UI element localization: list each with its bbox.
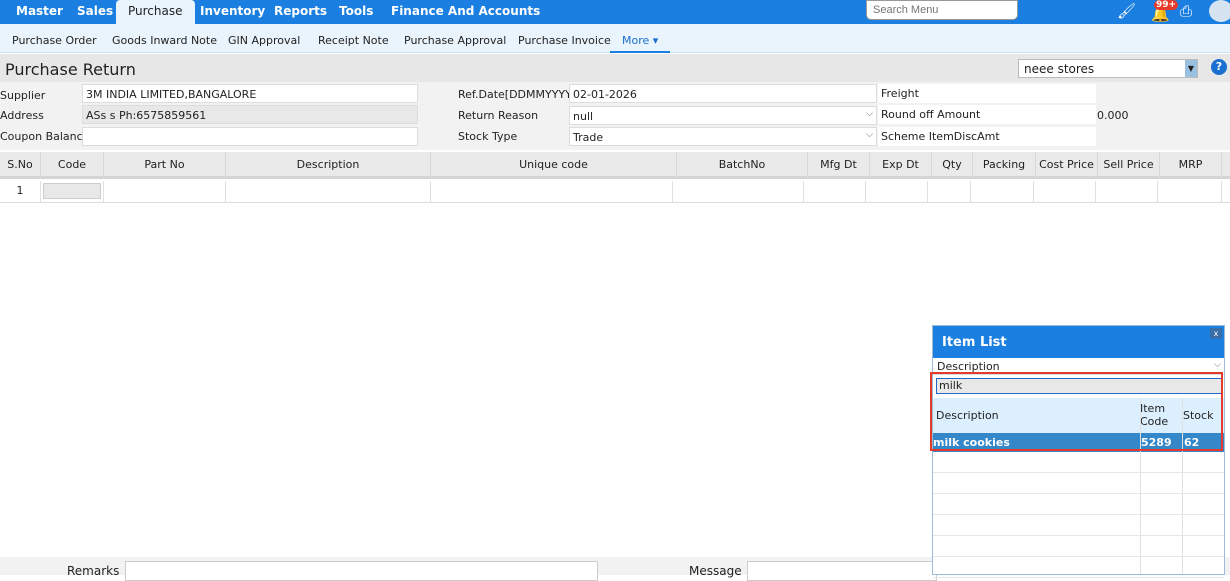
empty-row bbox=[933, 473, 1224, 494]
code-input[interactable] bbox=[43, 183, 101, 199]
cell-mfg-dt[interactable] bbox=[804, 181, 866, 202]
empty-row bbox=[933, 452, 1224, 473]
col-unique-code: Unique code bbox=[431, 152, 677, 179]
printer-icon[interactable]: ⎙ bbox=[1180, 2, 1192, 20]
stock-type-label: Stock Type bbox=[458, 130, 518, 143]
store-select[interactable]: neee stores bbox=[1018, 59, 1198, 78]
subnav-more[interactable]: More ▾ bbox=[610, 24, 671, 53]
col-code: Code bbox=[41, 152, 104, 179]
nav-master[interactable]: Master bbox=[16, 0, 63, 24]
page-title: Purchase Return bbox=[5, 60, 136, 79]
round-off-value: 0.000 bbox=[1097, 109, 1129, 122]
paint-brush-icon[interactable]: 🖌 bbox=[1117, 2, 1136, 20]
nav-finance[interactable]: Finance And Accounts bbox=[391, 0, 540, 24]
ref-date-label: Ref.Date[DDMMYYYY] bbox=[458, 88, 577, 101]
table-header: S.No Code Part No Description Unique cod… bbox=[0, 152, 1230, 179]
return-reason-value: null bbox=[573, 110, 594, 123]
subnav-gin-approval[interactable]: GIN Approval bbox=[228, 34, 300, 47]
nav-reports[interactable]: Reports bbox=[274, 0, 327, 24]
coupon-balance-field[interactable] bbox=[82, 127, 418, 146]
cell-description[interactable] bbox=[226, 181, 431, 202]
col-part-no: Part No bbox=[104, 152, 226, 179]
chevron-down-icon: ⌵ bbox=[866, 130, 873, 140]
ref-date-field[interactable]: 02-01-2026 bbox=[569, 84, 877, 103]
return-reason-label: Return Reason bbox=[458, 109, 539, 122]
search-menu-input[interactable] bbox=[866, 0, 1018, 20]
return-reason-select[interactable]: null ⌵ bbox=[569, 106, 877, 125]
nav-sales[interactable]: Sales bbox=[77, 0, 113, 24]
top-nav-bar: Master Sales Purchase Inventory Reports … bbox=[0, 0, 1230, 24]
col-mfg-dt: Mfg Dt bbox=[808, 152, 870, 179]
subnav-purchase-order[interactable]: Purchase Order bbox=[12, 34, 97, 47]
message-input[interactable] bbox=[747, 561, 937, 581]
stock-type-select[interactable]: Trade ⌵ bbox=[569, 127, 877, 146]
cell-packing[interactable] bbox=[971, 181, 1034, 202]
col-batch-no: BatchNo bbox=[677, 152, 808, 179]
cell-part-no[interactable] bbox=[104, 181, 226, 202]
cell-code[interactable] bbox=[41, 181, 104, 202]
subnav-purchase-invoice[interactable]: Purchase Invoice bbox=[518, 34, 611, 47]
item-list-title: Item List bbox=[933, 326, 1224, 358]
nav-purchase[interactable]: Purchase bbox=[116, 0, 195, 24]
col-sno: S.No bbox=[0, 152, 41, 179]
header-form: Supplier 3M INDIA LIMITED,BANGALORE Addr… bbox=[0, 82, 1230, 150]
subnav-goods-inward-note[interactable]: Goods Inward Note bbox=[112, 34, 217, 47]
empty-row bbox=[933, 515, 1224, 536]
supplier-label: Supplier bbox=[0, 89, 46, 102]
col-mrp: MRP bbox=[1160, 152, 1222, 179]
table-row: 1 bbox=[0, 181, 1230, 203]
col-packing: Packing bbox=[973, 152, 1036, 179]
nav-inventory[interactable]: Inventory bbox=[200, 0, 265, 24]
help-icon[interactable]: ? bbox=[1211, 59, 1227, 75]
cell-sno: 1 bbox=[0, 181, 41, 202]
cell-mrp[interactable] bbox=[1158, 181, 1222, 202]
cell-unique-code[interactable] bbox=[431, 181, 673, 202]
coupon-balance-label: Coupon Balance bbox=[0, 130, 90, 143]
stock-type-value: Trade bbox=[573, 131, 604, 144]
cell-sell-price[interactable] bbox=[1096, 181, 1158, 202]
message-label: Message bbox=[689, 564, 742, 578]
supplier-field[interactable]: 3M INDIA LIMITED,BANGALORE bbox=[82, 84, 418, 103]
cell-exp-dt[interactable] bbox=[866, 181, 928, 202]
caret-down-icon: ▾ bbox=[652, 34, 659, 47]
subnav-receipt-note[interactable]: Receipt Note bbox=[318, 34, 389, 47]
address-field[interactable]: ASs s Ph:6575859561 bbox=[82, 105, 418, 124]
empty-row bbox=[933, 494, 1224, 515]
cell-cost-price[interactable] bbox=[1034, 181, 1096, 202]
caret-down-icon[interactable]: ▼ bbox=[1185, 60, 1197, 77]
col-qty: Qty bbox=[932, 152, 973, 179]
round-off-label: Round off Amount bbox=[878, 105, 1096, 124]
highlight-box bbox=[930, 372, 1223, 451]
sub-nav: Purchase Order Goods Inward Note GIN App… bbox=[0, 24, 1230, 53]
close-icon[interactable]: x bbox=[1210, 328, 1222, 339]
col-sell-price: Sell Price bbox=[1098, 152, 1160, 179]
chevron-down-icon: ⌵ bbox=[866, 109, 873, 119]
freight-label: Freight bbox=[878, 84, 1096, 103]
col-cost-price: Cost Price bbox=[1036, 152, 1098, 179]
nav-tools[interactable]: Tools bbox=[339, 0, 373, 24]
col-exp-dt: Exp Dt bbox=[870, 152, 932, 179]
more-label: More bbox=[622, 34, 650, 47]
cell-qty[interactable] bbox=[928, 181, 971, 202]
avatar[interactable] bbox=[1209, 0, 1230, 22]
empty-row bbox=[933, 536, 1224, 557]
col-description: Description bbox=[226, 152, 431, 179]
remarks-input[interactable] bbox=[125, 561, 598, 581]
cell-batch-no[interactable] bbox=[673, 181, 804, 202]
address-label: Address bbox=[0, 109, 44, 122]
notification-badge: 99+ bbox=[1154, 0, 1179, 10]
subnav-purchase-approval[interactable]: Purchase Approval bbox=[404, 34, 506, 47]
scheme-item-disc-label: Scheme ItemDiscAmt bbox=[878, 127, 1096, 146]
remarks-label: Remarks bbox=[67, 564, 120, 578]
chevron-down-icon: ⌵ bbox=[1214, 360, 1221, 370]
